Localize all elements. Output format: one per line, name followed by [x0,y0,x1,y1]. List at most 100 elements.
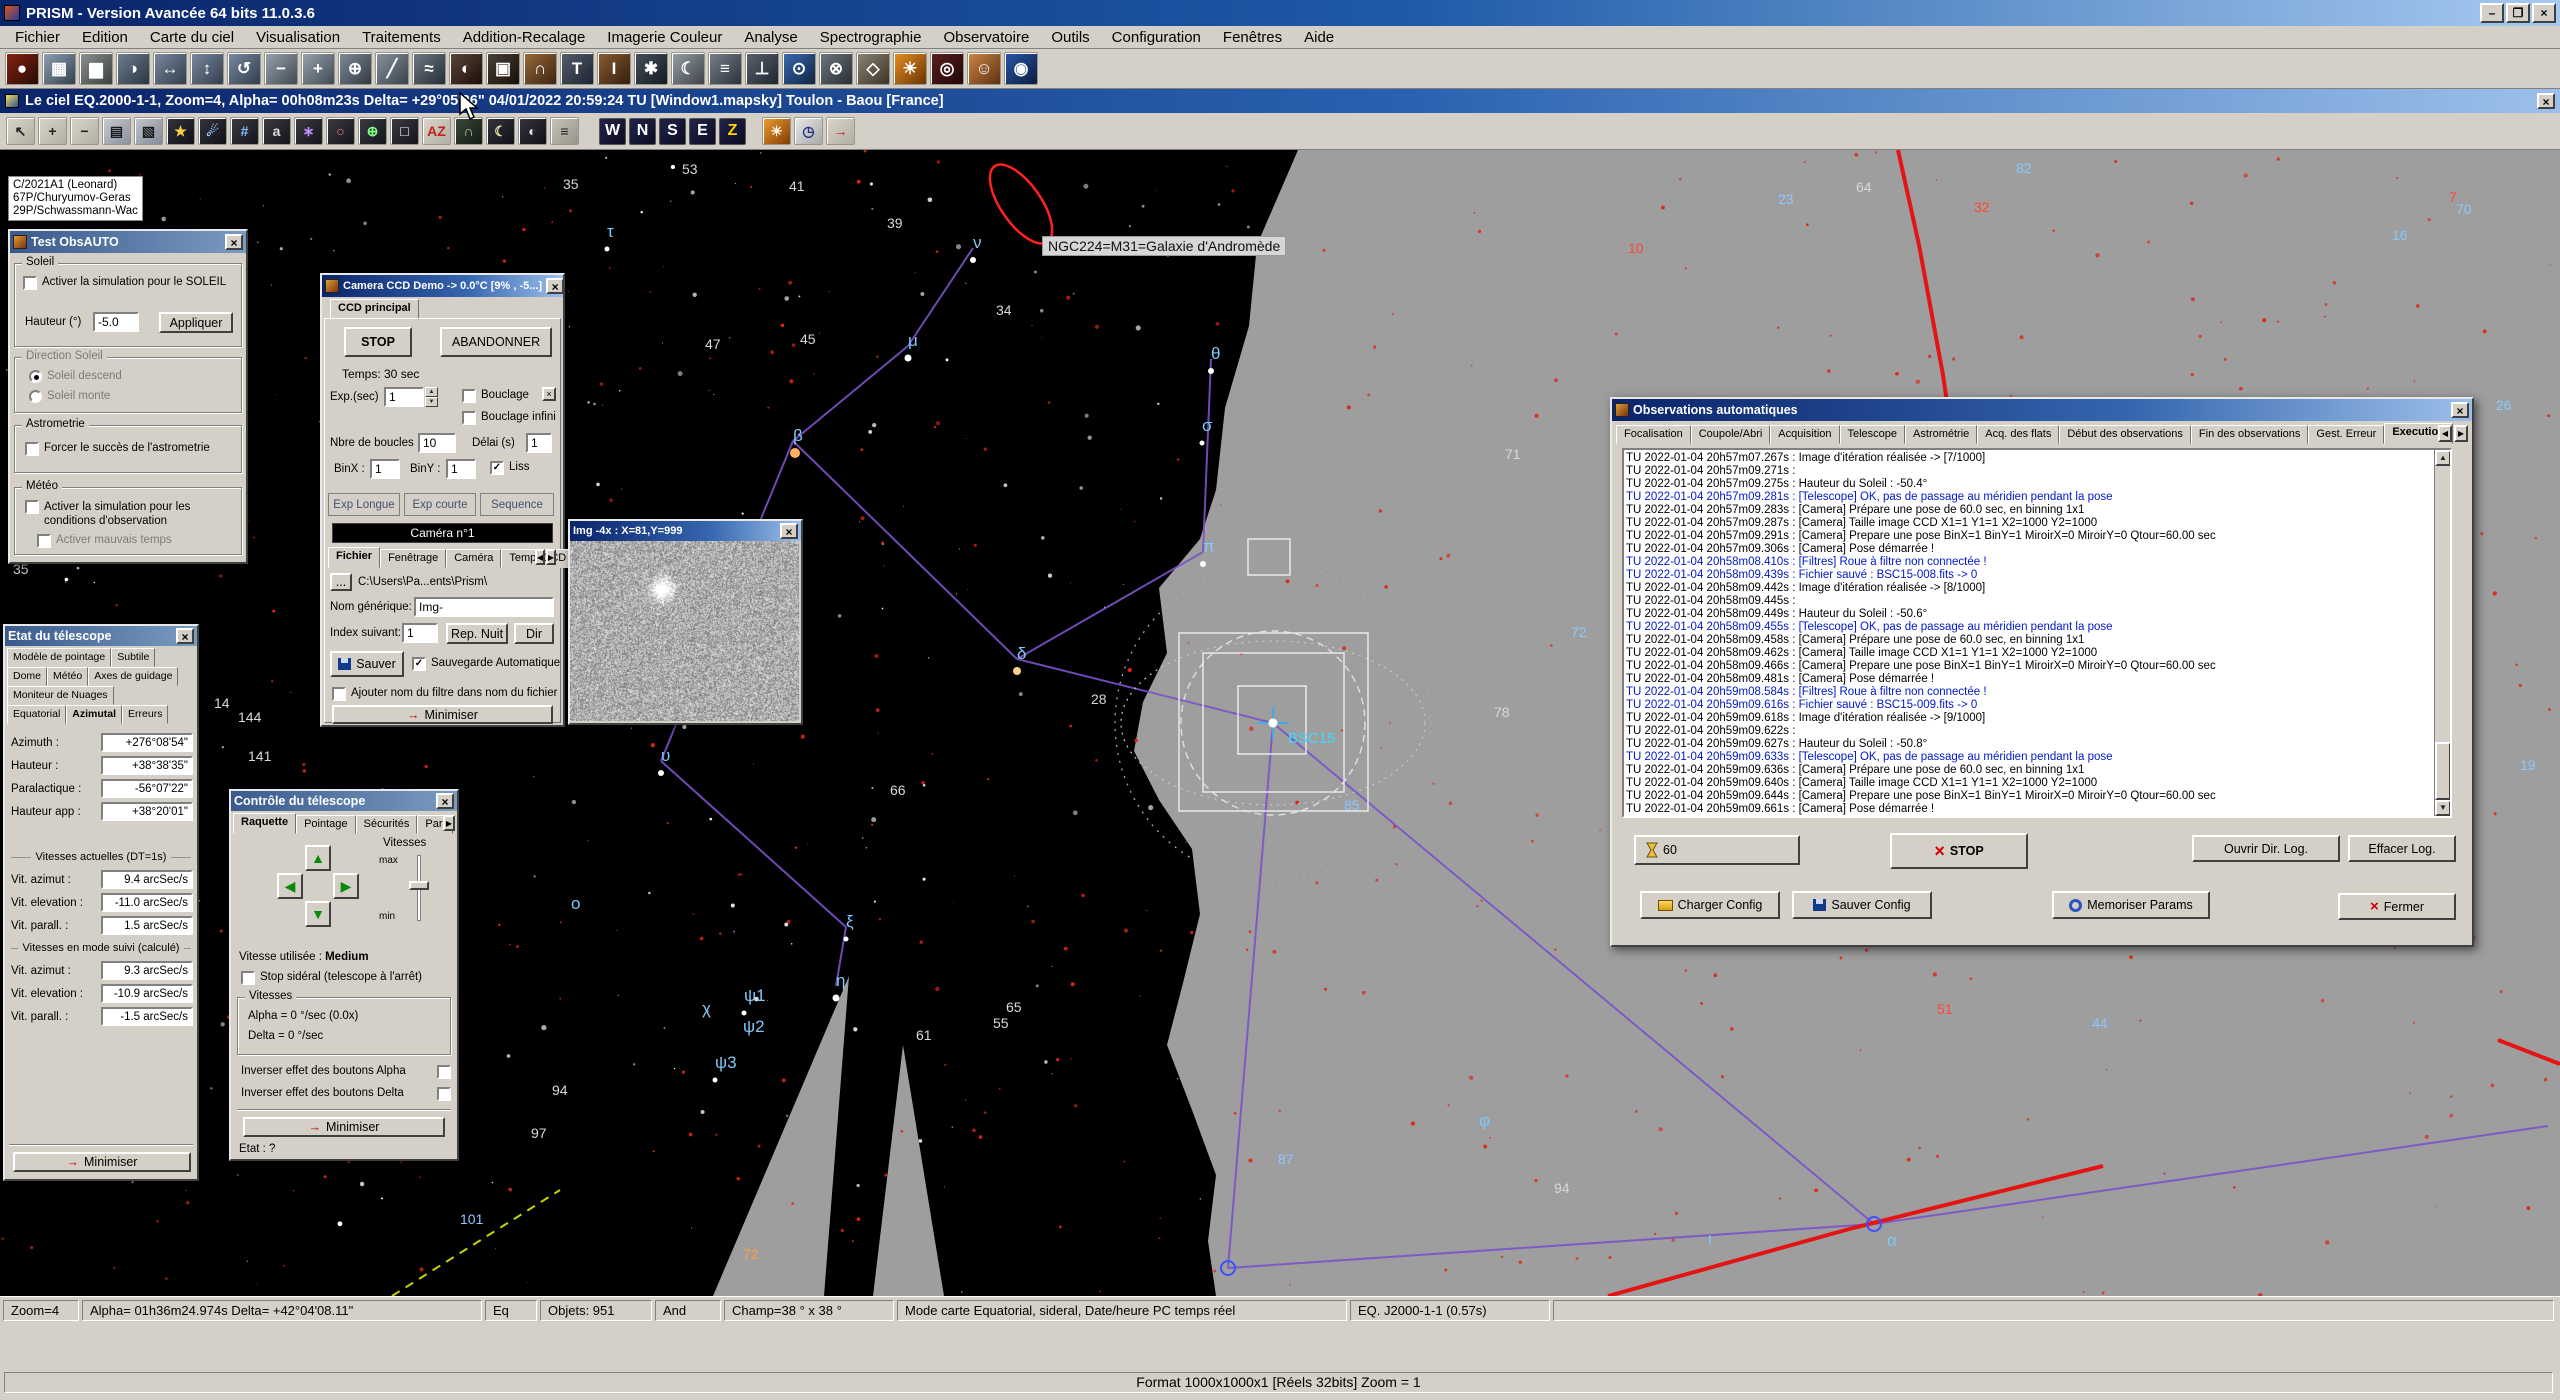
ccd-camera-icon[interactable]: ▣ [486,52,520,85]
focus-icon[interactable]: ◉ [1004,52,1038,85]
window-camera-ccd[interactable]: Camera CCD Demo -> 0.0°C [9% , -5...] × … [320,273,565,727]
inverser-delta-checkbox[interactable] [437,1087,451,1101]
camera-tabs-left-icon[interactable]: ◀ [535,549,545,565]
spectrograph-icon[interactable]: ≡ [708,52,742,85]
planet-icon[interactable]: ● [5,52,39,85]
obs-tab-acq-des-flats[interactable]: Acq. des flats [1977,425,2059,444]
zoom-out-icon[interactable]: − [264,52,298,85]
control-close-icon[interactable]: × [436,793,454,809]
globe-icon[interactable]: ⊙ [782,52,816,85]
bouclage-checkbox[interactable] [462,389,476,403]
status-eq[interactable]: Eq [485,1300,537,1321]
obs-tabs-left-icon[interactable]: ◀ [2438,425,2452,442]
menu-item[interactable]: Aide [1293,27,1345,48]
center-target-icon[interactable]: ⊕ [358,117,387,145]
grid-icon[interactable]: # [230,117,259,145]
state-tab[interactable]: Erreurs [122,705,168,724]
constellations-icon[interactable]: ∗ [294,117,323,145]
delai-input[interactable]: 1 [526,433,552,453]
zoom-out-icon[interactable]: − [70,117,99,145]
sauvegarde-auto-checkbox[interactable] [412,657,426,671]
stop-sideral-checkbox[interactable] [241,971,255,985]
scroll-up-icon[interactable]: ▲ [2435,450,2451,466]
obsauto-close-icon[interactable]: × [225,234,243,250]
slew-east-button[interactable]: ▶ [333,873,359,899]
state-minimiser-button[interactable]: →Minimiser [13,1152,191,1172]
menu-item[interactable]: Addition-Recalage [452,27,597,48]
night-mode-icon[interactable]: ☾ [486,117,515,145]
camera-tab[interactable]: Fichier [328,547,380,568]
camera-close-icon[interactable]: × [546,278,563,294]
solar-system-icon[interactable]: ☀ [762,117,791,145]
gauge-icon[interactable]: ◑ [116,52,150,85]
control-tab[interactable]: Sécurités [356,815,418,834]
menu-item[interactable]: Fenêtres [1212,27,1293,48]
eclipse-icon[interactable]: ◐ [449,52,483,85]
menu-item[interactable]: Fichier [4,27,71,48]
save-icon[interactable]: ▦ [42,52,76,85]
control-minimiser-button[interactable]: →Minimiser [243,1117,445,1137]
menu-item[interactable]: Edition [71,27,139,48]
night-vision-icon[interactable]: ◎ [930,52,964,85]
blink-icon[interactable]: ◐ [518,117,547,145]
zoom-in-icon[interactable]: + [301,52,335,85]
chart-icon[interactable]: ▧ [134,117,163,145]
mount-icon[interactable]: ⊥ [745,52,779,85]
telescope-icon[interactable]: T [560,52,594,85]
obs-tab-gest-erreur[interactable]: Gest. Erreur [2308,425,2384,444]
menu-item[interactable]: Observatoire [932,27,1040,48]
labels-icon[interactable]: a [262,117,291,145]
obs-tab-focalisation[interactable]: Focalisation [1616,425,1691,444]
sun-icon[interactable]: ☀ [893,52,927,85]
sky-window-titlebar[interactable]: Le ciel EQ.2000-1-1, Zoom=4, Alpha= 00h0… [0,89,2560,113]
crosshair-icon[interactable]: ⊕ [338,52,372,85]
print-icon[interactable]: ▤ [102,117,131,145]
meteo-sim-checkbox[interactable] [25,500,39,514]
tab-ccd-principal[interactable]: CCD principal [330,299,419,320]
clock-icon[interactable]: ◷ [794,117,823,145]
obs-tab-coupole-abri[interactable]: Coupole/Abri [1691,425,1771,444]
sauver-config-button[interactable]: Sauver Config [1792,891,1932,919]
control-tab[interactable]: Pointage [296,815,355,834]
control-tabs-right-icon[interactable]: ▶ [443,815,455,831]
compass-s-button[interactable]: S [659,118,686,145]
window-observations[interactable]: Observations automatiques × Focalisation… [1610,397,2474,947]
compass-z-button[interactable]: Z [719,118,746,145]
state-tab[interactable]: Dome [7,667,47,686]
log-scrollbar[interactable]: ▲ ▼ [2434,450,2450,816]
nom-generique-input[interactable]: Img- [414,597,554,617]
filter-wheel-icon[interactable]: ✱ [634,52,668,85]
appliquer-button[interactable]: Appliquer [159,312,233,333]
exit-icon[interactable]: → [826,117,855,145]
menu-item[interactable]: Imagerie Couleur [596,27,733,48]
preview-titlebar[interactable]: Img -4x : X=81,Y=999 × [570,521,801,541]
field-frame-icon[interactable]: □ [390,117,419,145]
zoom-in-icon[interactable]: + [38,117,67,145]
app-titlebar[interactable]: PRISM - Version Avancée 64 bits 11.0.3.6… [0,0,2560,26]
menu-item[interactable]: Visualisation [245,27,351,48]
flip-vertical-icon[interactable]: ↕ [190,52,224,85]
biny-input[interactable]: 1 [446,459,476,479]
nbre-boucles-input[interactable]: 10 [418,433,456,453]
bouclage-infini-checkbox[interactable] [462,411,476,425]
slew-south-button[interactable]: ▼ [305,901,331,927]
user-icon[interactable]: ☺ [967,52,1001,85]
minimize-button[interactable]: – [2480,3,2504,23]
state-tab[interactable]: Moniteur de Nuages [7,686,114,705]
control-tab[interactable]: Raquette [233,813,296,834]
exp-spinner[interactable]: ▲▼ [425,387,438,407]
add-filter-checkbox[interactable] [332,687,346,701]
slew-north-button[interactable]: ▲ [305,845,331,871]
exp-x-icon[interactable]: × [542,387,556,401]
menu-item[interactable]: Outils [1040,27,1100,48]
compass-n-button[interactable]: N [629,118,656,145]
dir-button[interactable]: Dir [514,623,554,644]
mauvais-temps-checkbox[interactable] [37,534,51,548]
star-catalog-icon[interactable]: ★ [166,117,195,145]
exp-input[interactable]: 1 [384,387,424,407]
dome-icon[interactable]: ∩ [523,52,557,85]
obs-tab-acquisition[interactable]: Acquisition [1770,425,1839,444]
measure-icon[interactable]: ╱ [375,52,409,85]
index-suivant-input[interactable]: 1 [402,623,438,643]
state-titlebar[interactable]: Etat du télescope × [5,626,197,646]
